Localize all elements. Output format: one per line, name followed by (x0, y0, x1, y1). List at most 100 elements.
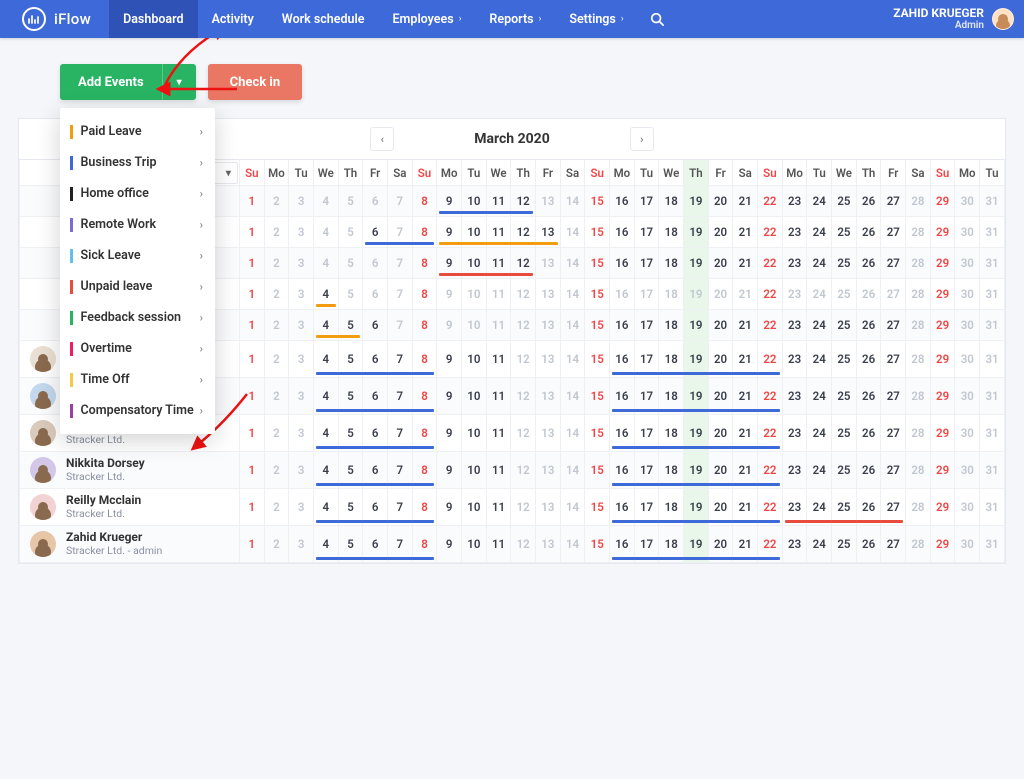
date-cell[interactable]: 15 (585, 248, 610, 279)
event-option-remote-work[interactable]: Remote Work› (60, 209, 215, 240)
date-cell[interactable]: 28 (906, 489, 931, 526)
date-cell[interactable]: 5 (338, 415, 363, 452)
date-cell[interactable]: 21 (733, 378, 758, 415)
date-cell[interactable]: 14 (560, 248, 585, 279)
date-cell[interactable]: 5 (338, 378, 363, 415)
date-cell[interactable]: 18 (659, 279, 684, 310)
date-cell[interactable]: 18 (659, 378, 684, 415)
date-cell[interactable]: 2 (264, 217, 289, 248)
date-cell[interactable]: 3 (289, 415, 314, 452)
date-cell[interactable]: 21 (733, 526, 758, 563)
date-cell[interactable]: 17 (634, 186, 659, 217)
date-cell[interactable]: 20 (708, 217, 733, 248)
date-cell[interactable]: 16 (610, 248, 635, 279)
date-cell[interactable]: 26 (856, 452, 881, 489)
date-cell[interactable]: 19 (684, 526, 709, 563)
date-cell[interactable]: 26 (856, 378, 881, 415)
date-cell[interactable]: 1 (239, 415, 264, 452)
date-cell[interactable]: 4 (313, 279, 338, 310)
date-cell[interactable]: 2 (264, 310, 289, 341)
date-cell[interactable]: 14 (560, 452, 585, 489)
date-cell[interactable]: 11 (486, 378, 511, 415)
date-cell[interactable]: 17 (634, 415, 659, 452)
date-cell[interactable]: 7 (387, 489, 412, 526)
date-cell[interactable]: 7 (387, 248, 412, 279)
date-cell[interactable]: 14 (560, 415, 585, 452)
date-cell[interactable]: 1 (239, 279, 264, 310)
date-cell[interactable]: 23 (782, 217, 807, 248)
date-cell[interactable]: 27 (881, 341, 906, 378)
date-cell[interactable]: 10 (462, 186, 487, 217)
date-cell[interactable]: 30 (955, 489, 980, 526)
date-cell[interactable]: 29 (930, 248, 955, 279)
date-cell[interactable]: 13 (536, 186, 561, 217)
next-month-button[interactable]: › (630, 127, 654, 151)
date-cell[interactable]: 17 (634, 310, 659, 341)
date-cell[interactable]: 9 (437, 489, 462, 526)
nav-item-reports[interactable]: Reports› (475, 0, 555, 38)
date-cell[interactable]: 11 (486, 248, 511, 279)
date-cell[interactable]: 13 (536, 378, 561, 415)
app-logo[interactable]: iFlow (22, 7, 91, 31)
date-cell[interactable]: 2 (264, 526, 289, 563)
employee-cell[interactable]: Zahid KruegerStracker Ltd. - admin (20, 526, 240, 563)
date-cell[interactable]: 23 (782, 415, 807, 452)
date-cell[interactable]: 31 (980, 489, 1005, 526)
date-cell[interactable]: 6 (363, 452, 388, 489)
date-cell[interactable]: 15 (585, 310, 610, 341)
date-cell[interactable]: 27 (881, 248, 906, 279)
nav-item-activity[interactable]: Activity (198, 0, 268, 38)
date-cell[interactable]: 19 (684, 217, 709, 248)
date-cell[interactable]: 12 (511, 186, 536, 217)
date-cell[interactable]: 14 (560, 279, 585, 310)
date-cell[interactable]: 30 (955, 415, 980, 452)
date-cell[interactable]: 21 (733, 186, 758, 217)
date-cell[interactable]: 24 (807, 248, 832, 279)
date-cell[interactable]: 5 (338, 186, 363, 217)
event-option-sick-leave[interactable]: Sick Leave› (60, 240, 215, 271)
date-cell[interactable]: 22 (758, 341, 783, 378)
date-cell[interactable]: 11 (486, 489, 511, 526)
date-cell[interactable]: 4 (313, 186, 338, 217)
date-cell[interactable]: 22 (758, 526, 783, 563)
date-cell[interactable]: 3 (289, 217, 314, 248)
date-cell[interactable]: 7 (387, 186, 412, 217)
date-cell[interactable]: 7 (387, 378, 412, 415)
date-cell[interactable]: 16 (610, 279, 635, 310)
date-cell[interactable]: 19 (684, 415, 709, 452)
event-option-compensatory-time[interactable]: Compensatory Time› (60, 395, 215, 426)
date-cell[interactable]: 25 (832, 341, 857, 378)
date-cell[interactable]: 24 (807, 452, 832, 489)
date-cell[interactable]: 23 (782, 310, 807, 341)
date-cell[interactable]: 9 (437, 217, 462, 248)
date-cell[interactable]: 29 (930, 378, 955, 415)
date-cell[interactable]: 17 (634, 279, 659, 310)
chevron-down-icon[interactable]: ▾ (162, 64, 196, 100)
date-cell[interactable]: 25 (832, 526, 857, 563)
date-cell[interactable]: 5 (338, 526, 363, 563)
date-cell[interactable]: 17 (634, 452, 659, 489)
date-cell[interactable]: 12 (511, 526, 536, 563)
date-cell[interactable]: 31 (980, 186, 1005, 217)
date-cell[interactable]: 12 (511, 378, 536, 415)
date-cell[interactable]: 10 (462, 378, 487, 415)
date-cell[interactable]: 16 (610, 310, 635, 341)
date-cell[interactable]: 27 (881, 186, 906, 217)
date-cell[interactable]: 28 (906, 248, 931, 279)
date-cell[interactable]: 5 (338, 341, 363, 378)
date-cell[interactable]: 24 (807, 415, 832, 452)
date-cell[interactable]: 17 (634, 248, 659, 279)
event-option-home-office[interactable]: Home office› (60, 178, 215, 209)
date-cell[interactable]: 10 (462, 341, 487, 378)
date-cell[interactable]: 11 (486, 452, 511, 489)
date-cell[interactable]: 1 (239, 341, 264, 378)
date-cell[interactable]: 4 (313, 415, 338, 452)
date-cell[interactable]: 18 (659, 415, 684, 452)
date-cell[interactable]: 30 (955, 217, 980, 248)
date-cell[interactable]: 26 (856, 489, 881, 526)
date-cell[interactable]: 7 (387, 526, 412, 563)
date-cell[interactable]: 23 (782, 186, 807, 217)
date-cell[interactable]: 14 (560, 186, 585, 217)
date-cell[interactable]: 20 (708, 415, 733, 452)
date-cell[interactable]: 30 (955, 279, 980, 310)
